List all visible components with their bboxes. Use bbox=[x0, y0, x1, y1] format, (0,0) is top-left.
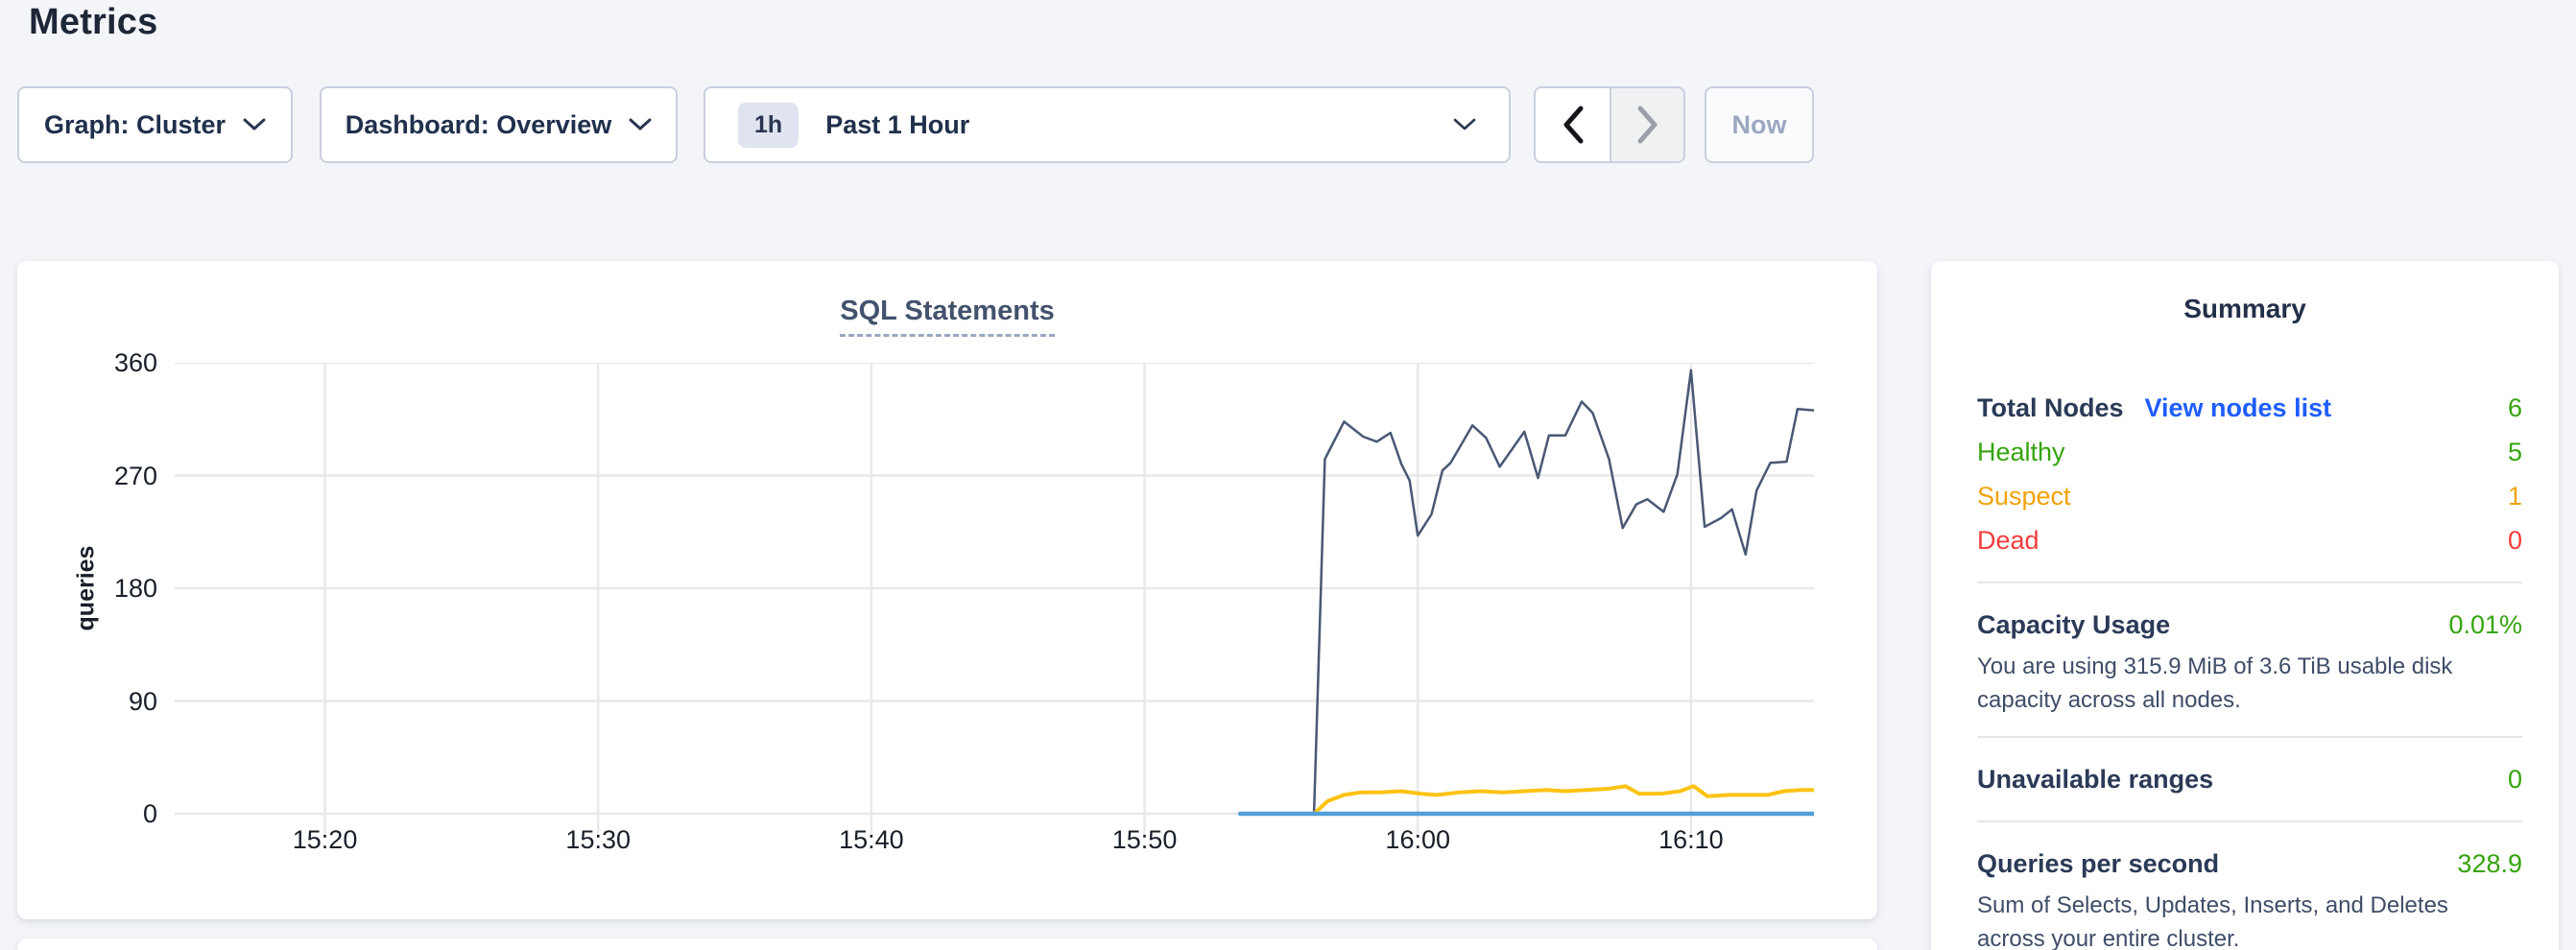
unavailable-ranges-value: 0 bbox=[2508, 765, 2522, 795]
page-title: Metrics bbox=[29, 2, 157, 43]
divider bbox=[1977, 820, 2522, 822]
queries-per-second-row: Queries per second 328.9 bbox=[1977, 842, 2522, 886]
dashboard-dropdown[interactable]: Dashboard: Overview bbox=[320, 86, 678, 163]
capacity-usage-label: Capacity Usage bbox=[1977, 610, 2170, 640]
capacity-usage-row: Capacity Usage 0.01% bbox=[1977, 603, 2522, 647]
total-nodes-label: Total Nodes bbox=[1977, 393, 2124, 423]
total-nodes-row: Total Nodes View nodes list 6 bbox=[1977, 386, 2522, 430]
y-tick-label: 270 bbox=[17, 461, 157, 491]
chevron-down-icon bbox=[243, 118, 266, 131]
queries-per-second-value: 328.9 bbox=[2457, 849, 2522, 879]
divider bbox=[1977, 582, 2522, 583]
suspect-label: Suspect bbox=[1977, 482, 2071, 511]
suspect-value: 1 bbox=[2508, 482, 2522, 511]
chevron-right-icon bbox=[1635, 105, 1660, 145]
dashboard-dropdown-label: Dashboard: Overview bbox=[346, 110, 612, 140]
summary-panel: Summary Total Nodes View nodes list 6 He… bbox=[1931, 261, 2559, 950]
queries-per-second-description: Sum of Selects, Updates, Inserts, and De… bbox=[1977, 889, 2522, 950]
unavailable-ranges-row: Unavailable ranges 0 bbox=[1977, 757, 2522, 801]
capacity-usage-value: 0.01% bbox=[2448, 610, 2522, 640]
x-tick-label: 15:40 bbox=[839, 825, 904, 855]
queries-per-second-label: Queries per second bbox=[1977, 849, 2219, 879]
x-tick-label: 16:10 bbox=[1658, 825, 1724, 855]
chart-title[interactable]: SQL Statements bbox=[840, 296, 1054, 337]
divider bbox=[1977, 736, 2522, 738]
graph-dropdown-label: Graph: Cluster bbox=[44, 110, 226, 140]
y-tick-label: 360 bbox=[17, 347, 157, 378]
dead-nodes-row: Dead 0 bbox=[1977, 518, 2522, 562]
graph-dropdown[interactable]: Graph: Cluster bbox=[17, 86, 293, 163]
total-nodes-value: 6 bbox=[2508, 393, 2522, 423]
chevron-down-icon bbox=[629, 118, 652, 131]
y-tick-label: 90 bbox=[17, 686, 157, 717]
now-button[interactable]: Now bbox=[1705, 86, 1814, 163]
time-range-badge: 1h bbox=[738, 103, 799, 148]
view-nodes-list-link[interactable]: View nodes list bbox=[2145, 393, 2332, 423]
now-button-label: Now bbox=[1732, 110, 1787, 140]
chevron-left-icon bbox=[1561, 105, 1586, 145]
healthy-label: Healthy bbox=[1977, 438, 2065, 467]
capacity-usage-description: You are using 315.9 MiB of 3.6 TiB usabl… bbox=[1977, 650, 2522, 717]
time-range-selector[interactable]: 1h Past 1 Hour bbox=[704, 86, 1511, 163]
healthy-value: 5 bbox=[2508, 438, 2522, 467]
y-tick-label: 180 bbox=[17, 573, 157, 604]
y-tick-label: 0 bbox=[17, 798, 157, 829]
previous-window-button[interactable] bbox=[1536, 88, 1610, 161]
chevron-down-icon bbox=[1453, 118, 1476, 131]
next-chart-card bbox=[17, 938, 1877, 950]
unavailable-ranges-label: Unavailable ranges bbox=[1977, 765, 2213, 795]
time-range-label: Past 1 Hour bbox=[825, 110, 1453, 140]
sql-statements-chart-card: SQL Statements queries 090180270360 15:2… bbox=[17, 261, 1877, 919]
x-tick-label: 15:50 bbox=[1112, 825, 1178, 855]
suspect-nodes-row: Suspect 1 bbox=[1977, 474, 2522, 518]
next-window-button[interactable] bbox=[1610, 88, 1683, 161]
x-tick-label: 16:00 bbox=[1385, 825, 1450, 855]
chart-title-row: SQL Statements bbox=[17, 296, 1877, 337]
x-tick-label: 15:30 bbox=[565, 825, 631, 855]
x-tick-label: 15:20 bbox=[293, 825, 358, 855]
healthy-nodes-row: Healthy 5 bbox=[1977, 430, 2522, 474]
time-window-nav bbox=[1534, 86, 1685, 163]
summary-title: Summary bbox=[1931, 261, 2559, 324]
dead-value: 0 bbox=[2508, 526, 2522, 556]
plot-svg[interactable] bbox=[175, 363, 1814, 838]
metrics-page: Metrics Graph: Cluster Dashboard: Overvi… bbox=[0, 0, 2576, 950]
dead-label: Dead bbox=[1977, 526, 2039, 556]
